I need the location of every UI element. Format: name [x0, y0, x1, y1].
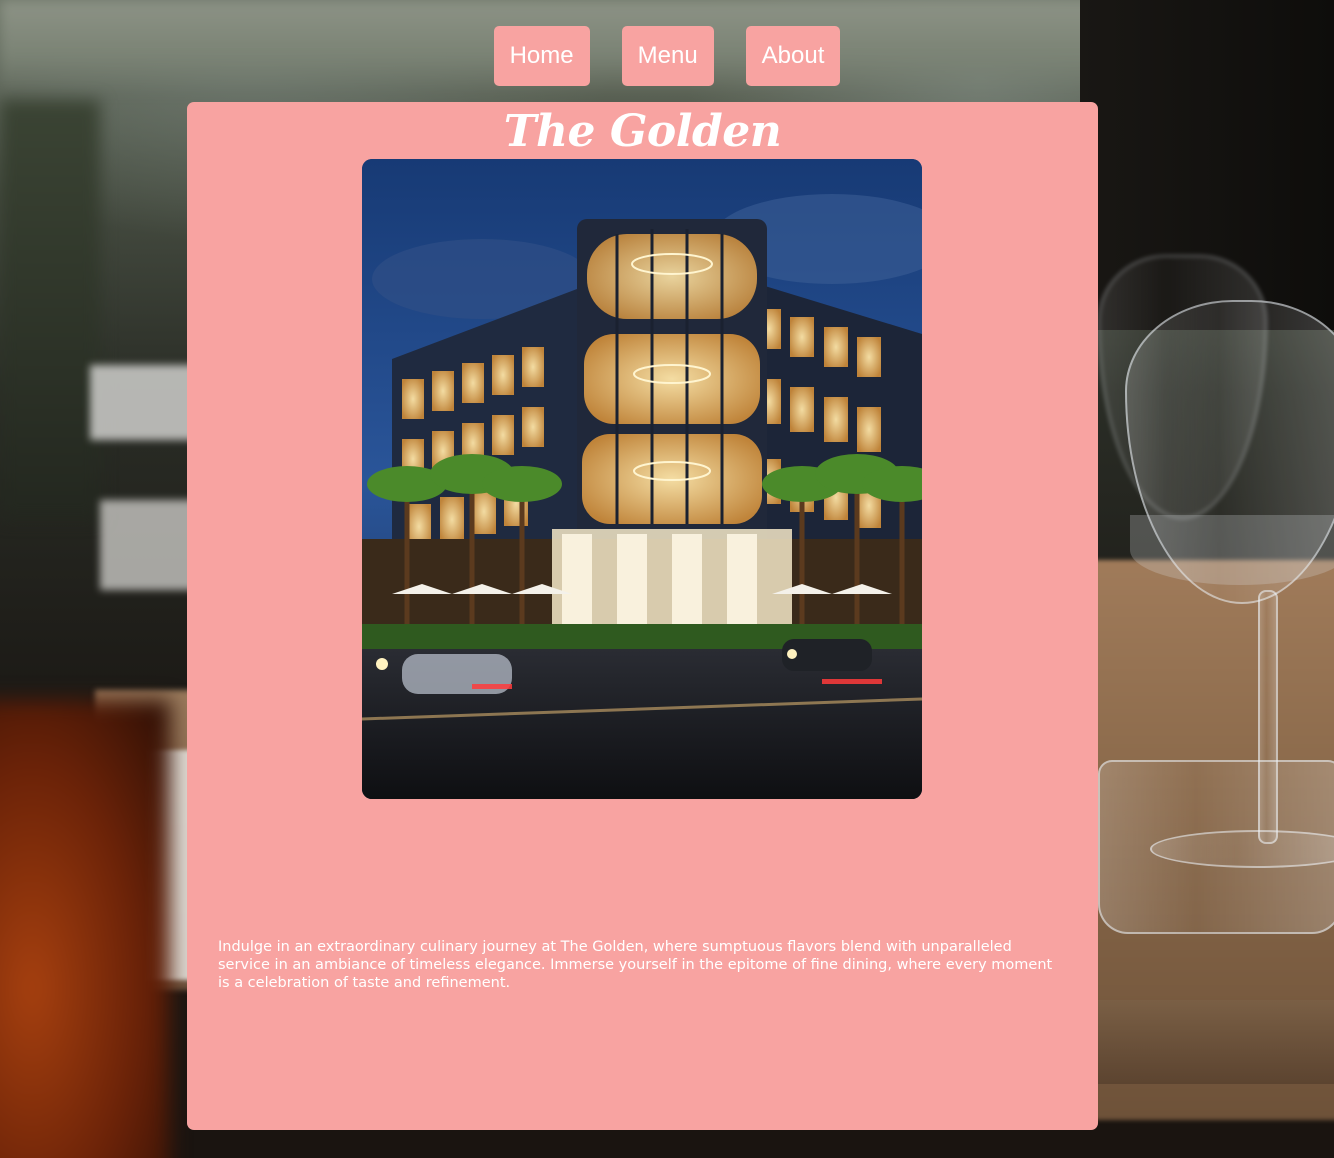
restaurant-description: Indulge in an extraordinary culinary jou… — [218, 939, 1053, 991]
main-nav: Home Menu About — [0, 26, 1334, 86]
restaurant-hero-image — [362, 159, 922, 799]
content-card: The Golden Indulge in an extraordinary c… — [187, 102, 1098, 1130]
page: Home Menu About The Golden Indulge in an… — [0, 0, 1334, 1158]
page-title: The Golden — [503, 106, 782, 157]
nav-about-button[interactable]: About — [745, 26, 841, 86]
nav-menu-button[interactable]: Menu — [621, 26, 714, 86]
nav-home-button[interactable]: Home — [493, 26, 590, 86]
